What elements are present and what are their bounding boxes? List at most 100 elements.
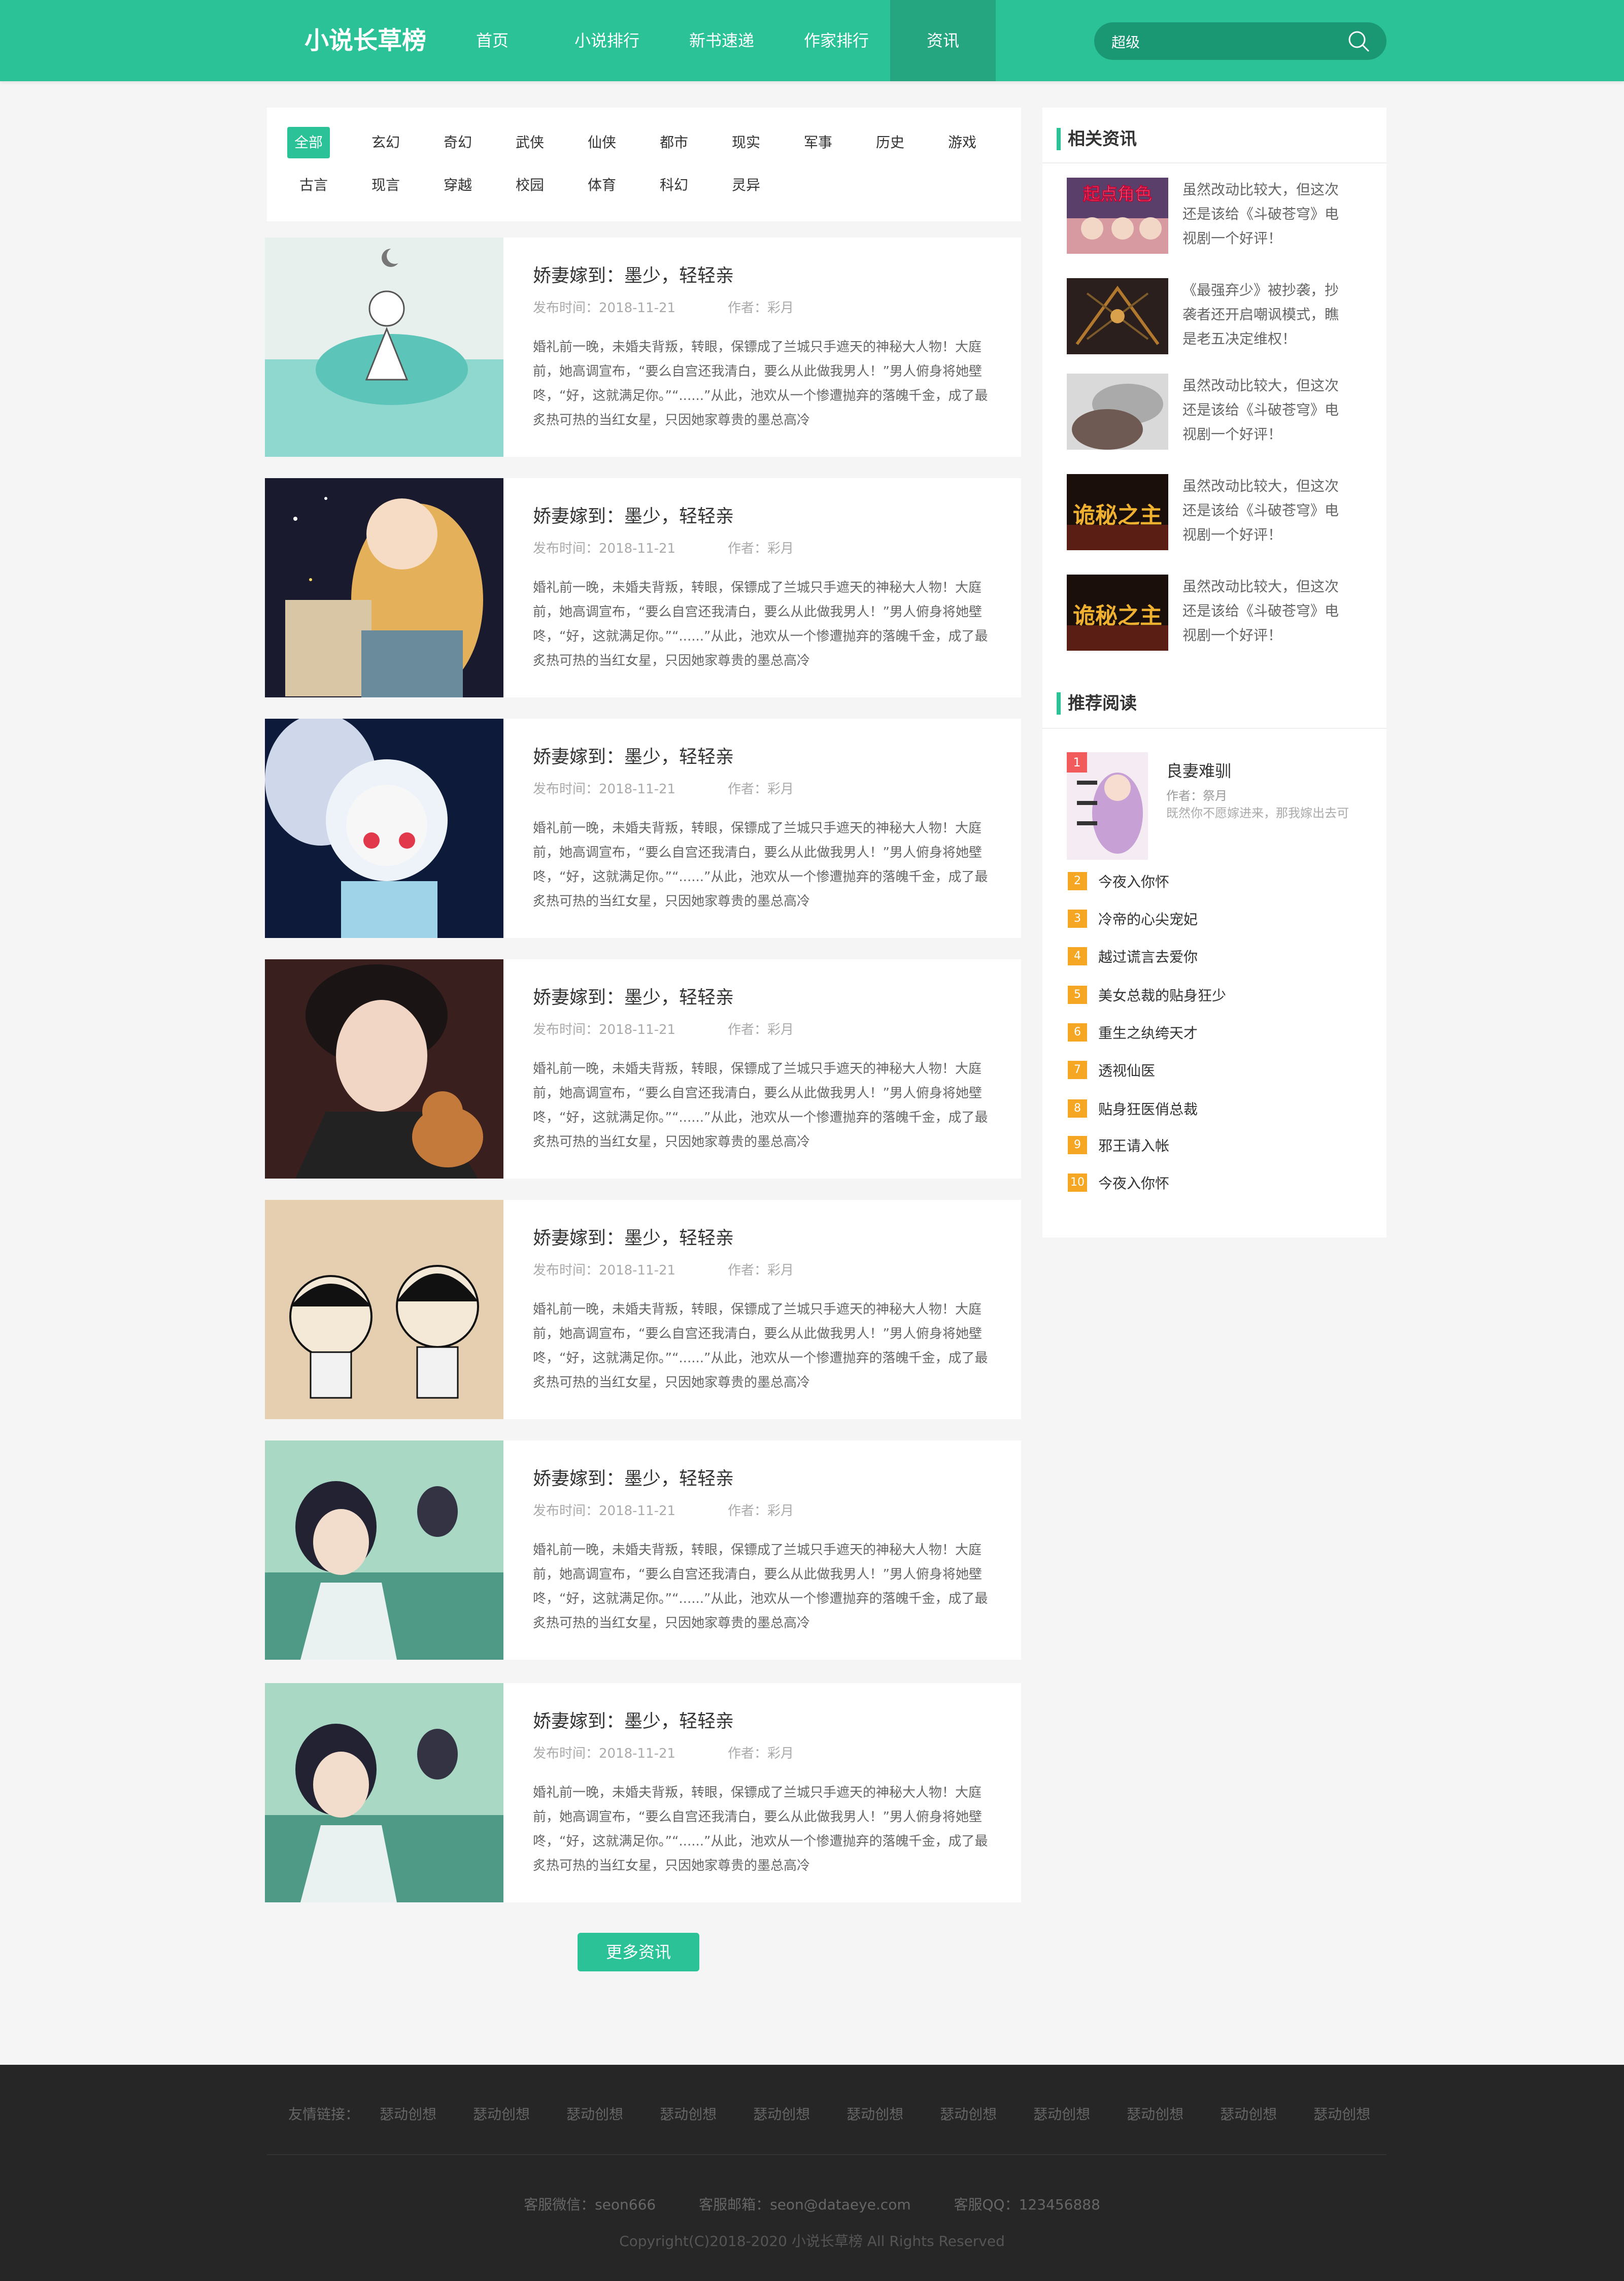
rank-list-item[interactable]: 3 冷帝的心尖宠妃: [1068, 909, 1198, 929]
nav-news[interactable]: 资讯: [890, 0, 996, 81]
friend-link[interactable]: 瑟动创想: [940, 2103, 997, 2126]
filter-tag-all[interactable]: 全部: [287, 127, 330, 158]
rank-book-title[interactable]: 透视仙医: [1098, 1062, 1155, 1079]
article-card[interactable]: 娇妻嫁到：墨少，轻轻亲 发布时间：2018-11-21 作者：彩月 婚礼前一晚，…: [265, 1200, 1021, 1419]
article-title[interactable]: 娇妻嫁到：墨少，轻轻亲: [533, 501, 734, 528]
article-card[interactable]: 娇妻嫁到：墨少，轻轻亲 发布时间：2018-11-21 作者：彩月 婚礼前一晚，…: [265, 1683, 1021, 1902]
rank-book-title[interactable]: 越过谎言去爱你: [1098, 949, 1198, 965]
article-cover-image[interactable]: [265, 238, 503, 457]
friend-link[interactable]: 瑟动创想: [753, 2103, 810, 2126]
article-cover-image[interactable]: [265, 1200, 503, 1419]
contact-email[interactable]: 客服邮箱：seon@dataeye.com: [699, 2196, 911, 2213]
news-thumbnail[interactable]: [1067, 278, 1168, 354]
filter-tag[interactable]: 奇幻: [436, 127, 479, 158]
filter-tag[interactable]: 游戏: [941, 127, 984, 158]
rank-list-item[interactable]: 8 贴身狂医俏总裁: [1068, 1098, 1198, 1119]
news-headline[interactable]: 《最强弃少》被抄袭，抄袭者还开启嘲讽模式，瞧是老五决定维权！: [1182, 278, 1345, 351]
article-cover-image[interactable]: [265, 478, 503, 697]
article-cover-image[interactable]: [265, 959, 503, 1179]
article-title[interactable]: 娇妻嫁到：墨少，轻轻亲: [533, 1223, 734, 1250]
related-news-item[interactable]: 虽然改动比较大，但这次还是该给《斗破苍穹》电视剧一个好评！: [1067, 374, 1381, 450]
article-title[interactable]: 娇妻嫁到：墨少，轻轻亲: [533, 1464, 734, 1490]
rank-book-title[interactable]: 重生之纨绔天才: [1098, 1025, 1198, 1042]
contact-info: 客服微信：seon666 客服邮箱：seon@dataeye.com 客服QQ：…: [0, 2194, 1624, 2214]
friend-link[interactable]: 瑟动创想: [380, 2103, 436, 2126]
rank-book-title[interactable]: 贴身狂医俏总裁: [1098, 1101, 1198, 1118]
rank-book-title[interactable]: 冷帝的心尖宠妃: [1098, 911, 1198, 928]
rank-list-item[interactable]: 9 邪王请入帐: [1068, 1135, 1169, 1155]
filter-tag[interactable]: 武侠: [509, 127, 551, 158]
article-card[interactable]: 娇妻嫁到：墨少，轻轻亲 发布时间：2018-11-21 作者：彩月 婚礼前一晚，…: [265, 1440, 1021, 1660]
friend-links: 友情链接： 瑟动创想 瑟动创想 瑟动创想 瑟动创想 瑟动创想 瑟动创想 瑟动创想…: [288, 2103, 1407, 2126]
filter-tag[interactable]: 校园: [509, 170, 551, 201]
related-news-item[interactable]: 《最强弃少》被抄袭，抄袭者还开启嘲讽模式，瞧是老五决定维权！: [1067, 278, 1381, 354]
nav-novel-rank[interactable]: 小说排行: [561, 0, 653, 81]
search-input[interactable]: [1110, 22, 1336, 61]
filter-tag[interactable]: 历史: [869, 127, 911, 158]
news-thumbnail[interactable]: 诡秘之主: [1067, 575, 1168, 651]
nav-author-rank[interactable]: 作家排行: [791, 0, 882, 81]
rank-book-title[interactable]: 今夜入你怀: [1098, 874, 1169, 890]
rank-list-item[interactable]: 5 美女总裁的贴身狂少: [1068, 985, 1226, 1005]
friend-link[interactable]: 瑟动创想: [566, 2103, 623, 2126]
related-news-item[interactable]: 起点角色 虽然改动比较大，但这次还是该给《斗破苍穹》电视剧一个好评！: [1067, 178, 1381, 254]
article-cover-image[interactable]: [265, 1683, 503, 1902]
search-icon[interactable]: [1347, 29, 1370, 53]
friend-link[interactable]: 瑟动创想: [1220, 2103, 1277, 2126]
friend-link[interactable]: 瑟动创想: [473, 2103, 530, 2126]
filter-tag[interactable]: 现实: [725, 127, 767, 158]
article-title[interactable]: 娇妻嫁到：墨少，轻轻亲: [533, 983, 734, 1009]
news-thumbnail[interactable]: [1067, 374, 1168, 450]
filter-tag[interactable]: 军事: [797, 127, 839, 158]
filter-tag[interactable]: 科幻: [653, 170, 695, 201]
friend-link[interactable]: 瑟动创想: [660, 2103, 717, 2126]
article-title[interactable]: 娇妻嫁到：墨少，轻轻亲: [533, 261, 734, 287]
related-news-item[interactable]: 诡秘之主 虽然改动比较大，但这次还是该给《斗破苍穹》电视剧一个好评！: [1067, 474, 1381, 550]
rank-list-item[interactable]: 7 透视仙医: [1068, 1060, 1155, 1080]
recommend-top-book[interactable]: 1 良妻难驯 作者：祭月 既然你不愿嫁进来，那我嫁出去可: [1067, 752, 1381, 860]
filter-tag[interactable]: 仙侠: [581, 127, 623, 158]
filter-tag[interactable]: 古言: [292, 170, 335, 201]
article-card[interactable]: 娇妻嫁到：墨少，轻轻亲 发布时间：2018-11-21 作者：彩月 婚礼前一晚，…: [265, 959, 1021, 1179]
related-news-item[interactable]: 诡秘之主 虽然改动比较大，但这次还是该给《斗破苍穹》电视剧一个好评！: [1067, 575, 1381, 651]
news-headline[interactable]: 虽然改动比较大，但这次还是该给《斗破苍穹》电视剧一个好评！: [1182, 474, 1345, 547]
article-card[interactable]: 娇妻嫁到：墨少，轻轻亲 发布时间：2018-11-21 作者：彩月 婚礼前一晚，…: [265, 719, 1021, 938]
article-card[interactable]: 娇妻嫁到：墨少，轻轻亲 发布时间：2018-11-21 作者：彩月 婚礼前一晚，…: [265, 238, 1021, 457]
filter-tag[interactable]: 穿越: [436, 170, 479, 201]
friend-link[interactable]: 瑟动创想: [847, 2103, 903, 2126]
article-title[interactable]: 娇妻嫁到：墨少，轻轻亲: [533, 742, 734, 768]
article-cover-image[interactable]: [265, 1440, 503, 1660]
filter-tag[interactable]: 现言: [364, 170, 407, 201]
rank-book-title[interactable]: 今夜入你怀: [1098, 1175, 1169, 1192]
article-card[interactable]: 娇妻嫁到：墨少，轻轻亲 发布时间：2018-11-21 作者：彩月 婚礼前一晚，…: [265, 478, 1021, 697]
filter-tag[interactable]: 灵异: [725, 170, 767, 201]
nav-new-books[interactable]: 新书速递: [676, 0, 767, 81]
book-cover-image[interactable]: 1: [1067, 752, 1148, 860]
book-title[interactable]: 良妻难驯: [1166, 758, 1231, 782]
rank-list-item[interactable]: 4 越过谎言去爱你: [1068, 946, 1198, 966]
site-logo[interactable]: 小说长草榜: [304, 22, 426, 59]
nav-home[interactable]: 首页: [447, 0, 538, 81]
article-title[interactable]: 娇妻嫁到：墨少，轻轻亲: [533, 1706, 734, 1733]
rank-list-item[interactable]: 6 重生之纨绔天才: [1068, 1022, 1198, 1043]
rank-book-title[interactable]: 美女总裁的贴身狂少: [1098, 987, 1226, 1004]
article-date: 发布时间：2018-11-21: [533, 1503, 676, 1519]
filter-tag[interactable]: 玄幻: [364, 127, 407, 158]
rank-number: 10: [1068, 1173, 1087, 1192]
news-thumbnail[interactable]: 起点角色: [1067, 178, 1168, 254]
friend-link[interactable]: 瑟动创想: [1313, 2103, 1370, 2126]
more-news-button[interactable]: 更多资讯: [578, 1933, 699, 1971]
news-thumbnail[interactable]: 诡秘之主: [1067, 474, 1168, 550]
news-headline[interactable]: 虽然改动比较大，但这次还是该给《斗破苍穹》电视剧一个好评！: [1182, 374, 1345, 447]
filter-tag[interactable]: 体育: [581, 170, 623, 201]
friend-link[interactable]: 瑟动创想: [1127, 2103, 1183, 2126]
friend-link[interactable]: 瑟动创想: [1033, 2103, 1090, 2126]
rank-list-item[interactable]: 2 今夜入你怀: [1068, 871, 1169, 891]
filter-tag[interactable]: 都市: [653, 127, 695, 158]
rank-book-title[interactable]: 邪王请入帐: [1098, 1137, 1169, 1154]
news-headline[interactable]: 虽然改动比较大，但这次还是该给《斗破苍穹》电视剧一个好评！: [1182, 575, 1345, 648]
news-headline[interactable]: 虽然改动比较大，但这次还是该给《斗破苍穹》电视剧一个好评！: [1182, 178, 1345, 251]
article-cover-image[interactable]: [265, 719, 503, 938]
rank-list-item[interactable]: 10 今夜入你怀: [1068, 1172, 1169, 1193]
article-author: 作者：彩月: [728, 541, 794, 556]
